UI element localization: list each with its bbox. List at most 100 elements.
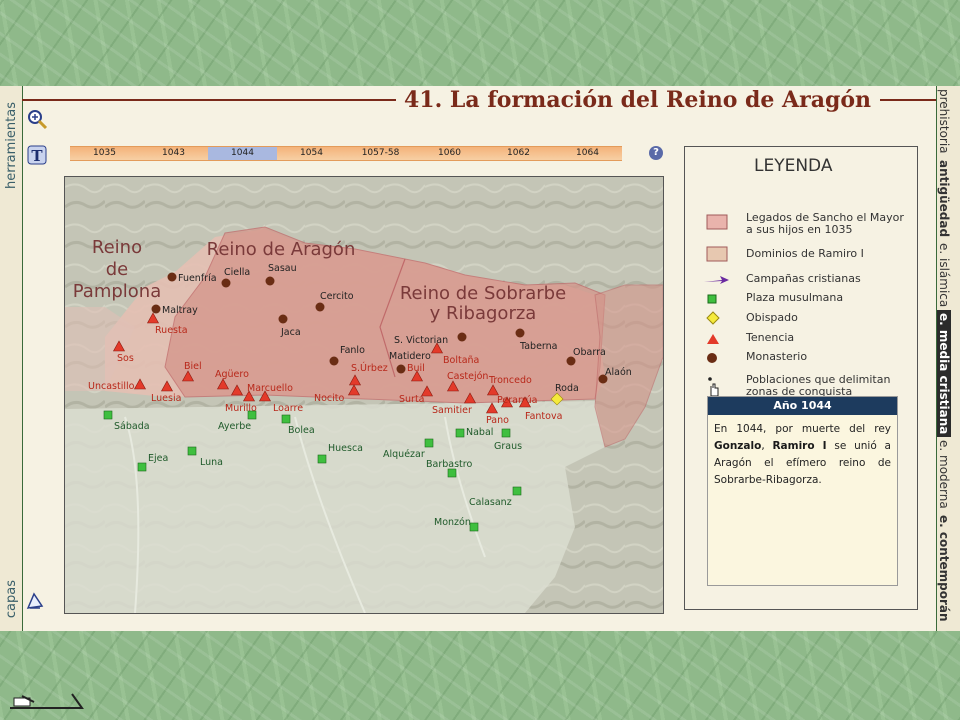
southern-lowlands — [65, 401, 605, 613]
timeline-year-1060[interactable]: 1060 — [415, 147, 484, 160]
place-plaza-marker[interactable] — [455, 428, 465, 438]
place-plaza-marker[interactable] — [447, 468, 457, 478]
legend-label-diamond: Obispado — [746, 311, 798, 324]
period-3[interactable]: e. media cristiana — [937, 309, 951, 438]
place-label: Fantova — [525, 411, 562, 422]
place-label: S.Úrbez — [351, 362, 388, 374]
legend-symbol-dominios — [706, 246, 728, 266]
legend-label-arrow: Campañas cristianas — [746, 272, 861, 285]
place-monasterio-marker[interactable] — [221, 278, 231, 288]
svg-text:T: T — [31, 147, 43, 165]
place-label: Nabal — [466, 427, 493, 438]
place-label: Calasanz — [469, 497, 512, 508]
place-label: Biel — [184, 361, 202, 372]
place-label: Ejea — [148, 453, 168, 464]
place-label: Pano — [486, 415, 509, 426]
period-2[interactable]: e. islámica — [937, 240, 951, 310]
timeline-year-1044[interactable]: 1044 — [208, 147, 277, 160]
place-monasterio-marker[interactable] — [151, 304, 161, 314]
tools-label[interactable]: herramientas — [4, 102, 19, 189]
period-sidebar: prehistoria antigüedad e. islámica e. media… — [936, 86, 960, 631]
page-title: 41. La formación del Reino de Aragón — [404, 87, 872, 113]
help-button[interactable]: ? — [649, 146, 663, 160]
place-label: Samitier — [432, 405, 472, 416]
timeline-year-1062[interactable]: 1062 — [484, 147, 553, 160]
place-label: Matidero — [389, 351, 431, 362]
place-plaza-marker[interactable] — [512, 486, 522, 496]
year-text: En 1044, por muerte del rey — [714, 423, 891, 435]
place-label: Barbastro — [426, 459, 472, 470]
year-info-box: Año 1044 En 1044, por muerte del rey Gon… — [707, 396, 898, 586]
place-label: Marcuello — [247, 383, 293, 394]
label-sobrarbe-2: y Ribagorza — [430, 303, 537, 324]
place-plaza-marker[interactable] — [103, 410, 113, 420]
map-area: Reino de Pamplona Reino de Aragón Reino … — [64, 176, 664, 614]
place-label: Boltaña — [443, 355, 479, 366]
legend-symbol-circle — [706, 349, 718, 368]
place-label: Roda — [555, 383, 579, 394]
place-plaza-marker[interactable] — [317, 454, 327, 464]
layers-icon[interactable] — [24, 590, 46, 612]
place-label: Obarra — [573, 347, 606, 358]
place-label: S. Victorian — [394, 335, 448, 346]
place-label: Sos — [117, 353, 134, 364]
legend-label-dominios: Dominios de Ramiro I — [746, 247, 864, 260]
place-label: Monzón — [434, 517, 471, 528]
legend-symbol-triangle — [706, 330, 720, 349]
legend-label-square: Plaza musulmana — [746, 291, 844, 304]
place-plaza-marker[interactable] — [247, 410, 257, 420]
place-label: Jaca — [280, 327, 301, 338]
period-1[interactable]: antigüedad — [937, 157, 951, 240]
place-label: Fuenfría — [178, 273, 217, 284]
place-monasterio-marker[interactable] — [515, 328, 525, 338]
year-text: , — [761, 440, 773, 452]
place-monasterio-marker[interactable] — [265, 276, 275, 286]
zoom-icon[interactable] — [26, 108, 48, 130]
place-monasterio-marker[interactable] — [278, 314, 288, 324]
year-info-text: En 1044, por muerte del rey Gonzalo, Ram… — [708, 415, 897, 489]
place-label: Agüero — [215, 369, 249, 380]
place-monasterio-marker[interactable] — [167, 272, 177, 282]
place-plaza-marker[interactable] — [281, 414, 291, 424]
place-label: Graus — [494, 441, 522, 452]
place-monasterio-marker[interactable] — [315, 302, 325, 312]
place-monasterio-marker[interactable] — [457, 332, 467, 342]
legend-symbol-diamond — [706, 310, 720, 329]
period-5[interactable]: e. contemporán — [937, 512, 951, 625]
label-pamplona-2: de — [106, 259, 129, 280]
place-plaza-marker[interactable] — [501, 428, 511, 438]
place-label: Nocito — [314, 393, 345, 404]
map-canvas: Reino de Pamplona Reino de Aragón Reino … — [65, 177, 663, 613]
period-4[interactable]: e. moderna — [937, 437, 951, 512]
period-0[interactable]: prehistoria — [937, 86, 951, 157]
legend-symbol-arrow — [702, 271, 730, 290]
timeline-year-1064[interactable]: 1064 — [553, 147, 622, 160]
timeline-year-1035[interactable]: 1035 — [70, 147, 139, 160]
place-label: Alaón — [605, 367, 632, 378]
place-label: Uncastillo — [88, 381, 135, 392]
place-label: Sasau — [268, 263, 297, 274]
place-label: Ruesta — [155, 325, 188, 336]
place-plaza-marker[interactable] — [469, 522, 479, 532]
place-plaza-marker[interactable] — [187, 446, 197, 456]
place-label: Huesca — [328, 443, 363, 454]
layers-label[interactable]: capas — [4, 580, 19, 618]
place-plaza-marker[interactable] — [137, 462, 147, 472]
place-monasterio-marker[interactable] — [396, 364, 406, 374]
place-label: Luna — [200, 457, 223, 468]
label-sobrarbe-1: Reino de Sobrarbe — [400, 283, 566, 304]
title-rule-right — [880, 99, 936, 101]
label-pamplona-1: Reino — [92, 237, 142, 258]
label-aragon: Reino de Aragón — [207, 239, 356, 260]
timeline-year-1043[interactable]: 1043 — [139, 147, 208, 160]
timeline-year-1057-58[interactable]: 1057-58 — [346, 147, 415, 160]
legend-label-triangle: Tenencia — [746, 331, 795, 344]
place-monasterio-marker[interactable] — [329, 356, 339, 366]
place-plaza-marker[interactable] — [424, 438, 434, 448]
timeline-year-1054[interactable]: 1054 — [277, 147, 346, 160]
text-tool-icon[interactable]: T — [26, 144, 48, 166]
legend-symbol-legados — [706, 214, 728, 234]
notes-button[interactable] — [8, 690, 84, 710]
label-pamplona-3: Pamplona — [73, 281, 162, 302]
place-label: Sábada — [114, 421, 150, 432]
